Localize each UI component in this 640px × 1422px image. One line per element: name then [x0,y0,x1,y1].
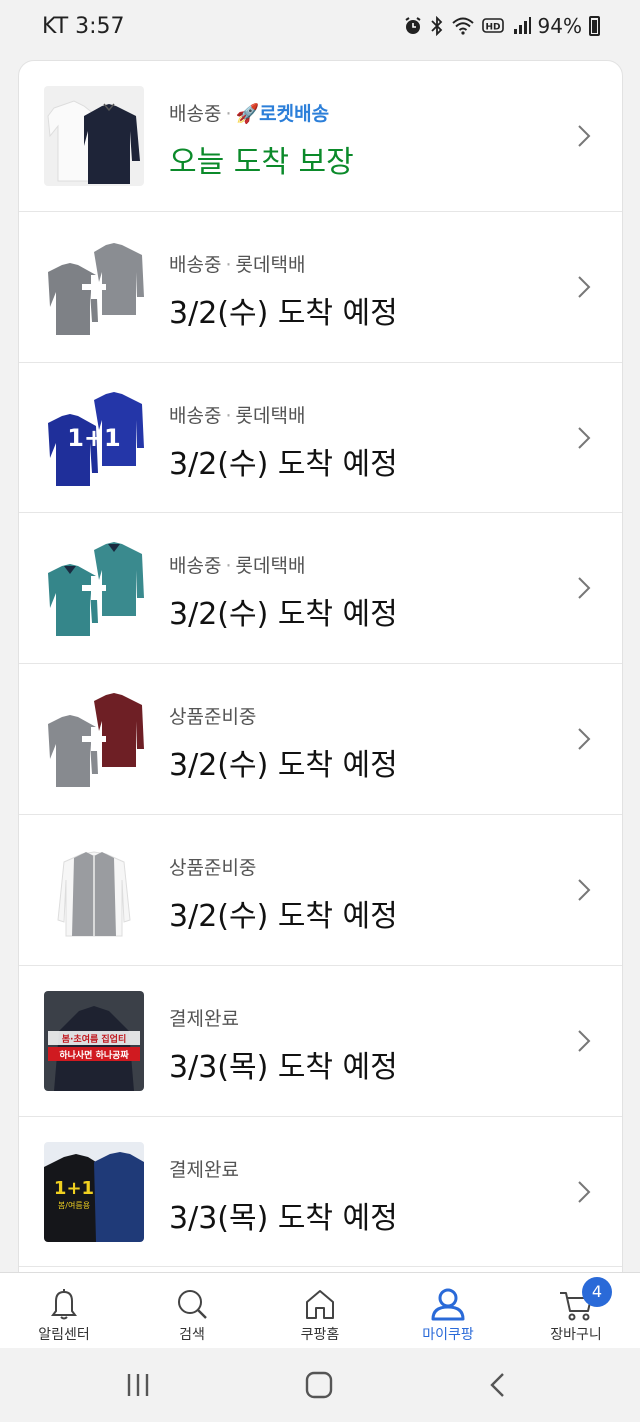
tab-label: 알림센터 [38,1327,90,1343]
recent-apps-icon[interactable] [118,1370,158,1400]
separator-dot: · [225,555,232,578]
delivery-eta: 3/2(수) 도착 예정 [169,898,398,934]
tab-label: 검색 [179,1327,205,1343]
person-icon [431,1288,465,1321]
product-thumbnail: 1+1 [44,387,144,488]
order-status: 상품준비중 [169,706,257,729]
order-status: 배송중 [169,555,222,578]
svg-text:HD: HD [485,23,500,33]
order-item[interactable]: 배송중 · 롯데택배 3/2(수) 도착 예정 [19,513,622,665]
back-icon[interactable] [478,1370,518,1400]
bottom-tab-bar: 알림센터 검색 쿠팡홈 마이쿠팡 4 장바구니 [0,1272,640,1348]
hd-icon: HD [481,18,504,33]
separator-dot: · [225,103,232,125]
order-item[interactable]: 1+1 배송중 · 롯데택배 3/2(수) 도착 예정 [19,363,622,514]
order-status-line: 결제완료 [169,1155,239,1182]
product-thumbnail [44,538,144,639]
status-time: KT 3:57 [42,14,125,39]
delivery-eta: 3/3(목) 도착 예정 [169,1049,398,1085]
carrier-label: 롯데택배 [235,555,306,578]
order-status-line: 배송중 · 롯데택배 [169,401,305,428]
cart-count-badge: 4 [582,1277,612,1307]
order-status: 결제완료 [169,1007,239,1030]
order-status-line: 결제완료 [169,1004,239,1031]
signal-icon [513,17,531,34]
chevron-right-icon [578,728,591,750]
battery-percent: 94% [537,14,582,38]
thumb-badge-text: 1+1 [54,1178,94,1199]
tab-home[interactable]: 쿠팡홈 [256,1273,384,1348]
tab-label: 쿠팡홈 [300,1327,340,1343]
tab-label: 장바구니 [550,1327,602,1343]
delivery-eta: 3/2(수) 도착 예정 [169,446,398,482]
product-thumbnail [44,236,144,337]
delivery-eta: 3/2(수) 도착 예정 [169,597,398,633]
order-status-line: 상품준비중 [169,853,256,880]
wifi-icon [451,17,474,35]
order-status: 상품준비중 [169,856,257,879]
order-status-line: 상품준비중 [169,702,256,729]
thumb-promo-text: 하나사면 하나공짜 [59,1049,129,1061]
tab-label: 마이쿠팡 [422,1327,474,1343]
order-status-line: 배송중 · 롯데택배 [169,250,305,277]
thumb-badge-text: 1+1 [67,424,121,452]
home-icon [306,1290,334,1319]
battery-icon [589,16,600,36]
tab-search[interactable]: 검색 [128,1273,256,1348]
status-icons: HD 94% [403,14,600,38]
chevron-right-icon [578,1180,591,1203]
tab-cart[interactable]: 4 장바구니 [512,1273,640,1348]
order-status: 결제완료 [169,1158,239,1181]
separator-dot: · [225,253,232,276]
delivery-eta: 3/2(수) 도착 예정 [169,295,398,331]
product-thumbnail [44,839,144,940]
order-item[interactable]: 상품준비중 3/2(수) 도착 예정 [19,664,622,815]
product-thumbnail: 봄·초여름 집업티 하나사면 하나공짜 [44,990,144,1091]
thumb-badge-subtext: 봄/여름용 [58,1200,90,1210]
chevron-right-icon [578,276,591,298]
chevron-right-icon [578,1030,591,1052]
bell-icon [51,1289,77,1320]
status-bar: KT 3:57 HD 94% [0,0,640,52]
alarm-icon [404,17,421,34]
product-thumbnail [44,689,144,790]
search-icon [178,1290,207,1319]
delivery-eta: 3/2(수) 도착 예정 [169,748,398,784]
carrier-label: 롯데택배 [235,404,306,427]
tab-notifications[interactable]: 알림센터 [0,1273,128,1348]
thumb-promo-text: 봄·초여름 집업티 [62,1033,127,1045]
rocket-icon: 🚀 [235,103,260,125]
chevron-right-icon [578,577,591,600]
chevron-right-icon [578,125,591,147]
order-status: 배송중 [169,253,222,276]
tab-my-coupang[interactable]: 마이쿠팡 [384,1273,512,1348]
delivery-eta: 3/3(목) 도착 예정 [169,1200,398,1236]
order-status-line: 배송중 · 롯데택배 [169,551,305,578]
order-item[interactable]: 상품준비중 3/2(수) 도착 예정 [19,815,622,966]
chevron-right-icon [578,426,591,449]
product-thumbnail [44,86,144,186]
order-item[interactable]: 배송중 · 🚀로켓배송 오늘 도착 보장 [19,61,622,212]
carrier-label: 로켓배송 [259,103,330,125]
order-item[interactable]: 봄·초여름 집업티 하나사면 하나공짜 결제완료 3/3(목) 도착 예정 [19,966,622,1117]
bluetooth-icon [430,16,442,36]
product-thumbnail: 1+1 봄/여름용 [44,1141,144,1242]
separator-dot: · [225,404,232,427]
order-status: 배송중 [169,404,222,427]
home-button-icon[interactable] [299,1370,339,1400]
orders-card: 배송중 · 🚀로켓배송 오늘 도착 보장 배송중 · 롯데택배 3/2(수) 도착 예정 [18,60,623,1300]
delivery-eta: 오늘 도착 보장 [169,145,354,180]
order-status-line: 배송중 · 🚀로켓배송 [169,99,329,126]
order-item[interactable]: 1+1 봄/여름용 결제완료 3/3(목) 도착 예정 [19,1117,622,1268]
order-item[interactable]: 배송중 · 롯데택배 3/2(수) 도착 예정 [19,212,622,363]
system-nav-bar [0,1348,640,1422]
chevron-right-icon [578,879,591,901]
carrier-label: 롯데택배 [235,253,306,276]
order-status: 배송중 [169,103,222,125]
